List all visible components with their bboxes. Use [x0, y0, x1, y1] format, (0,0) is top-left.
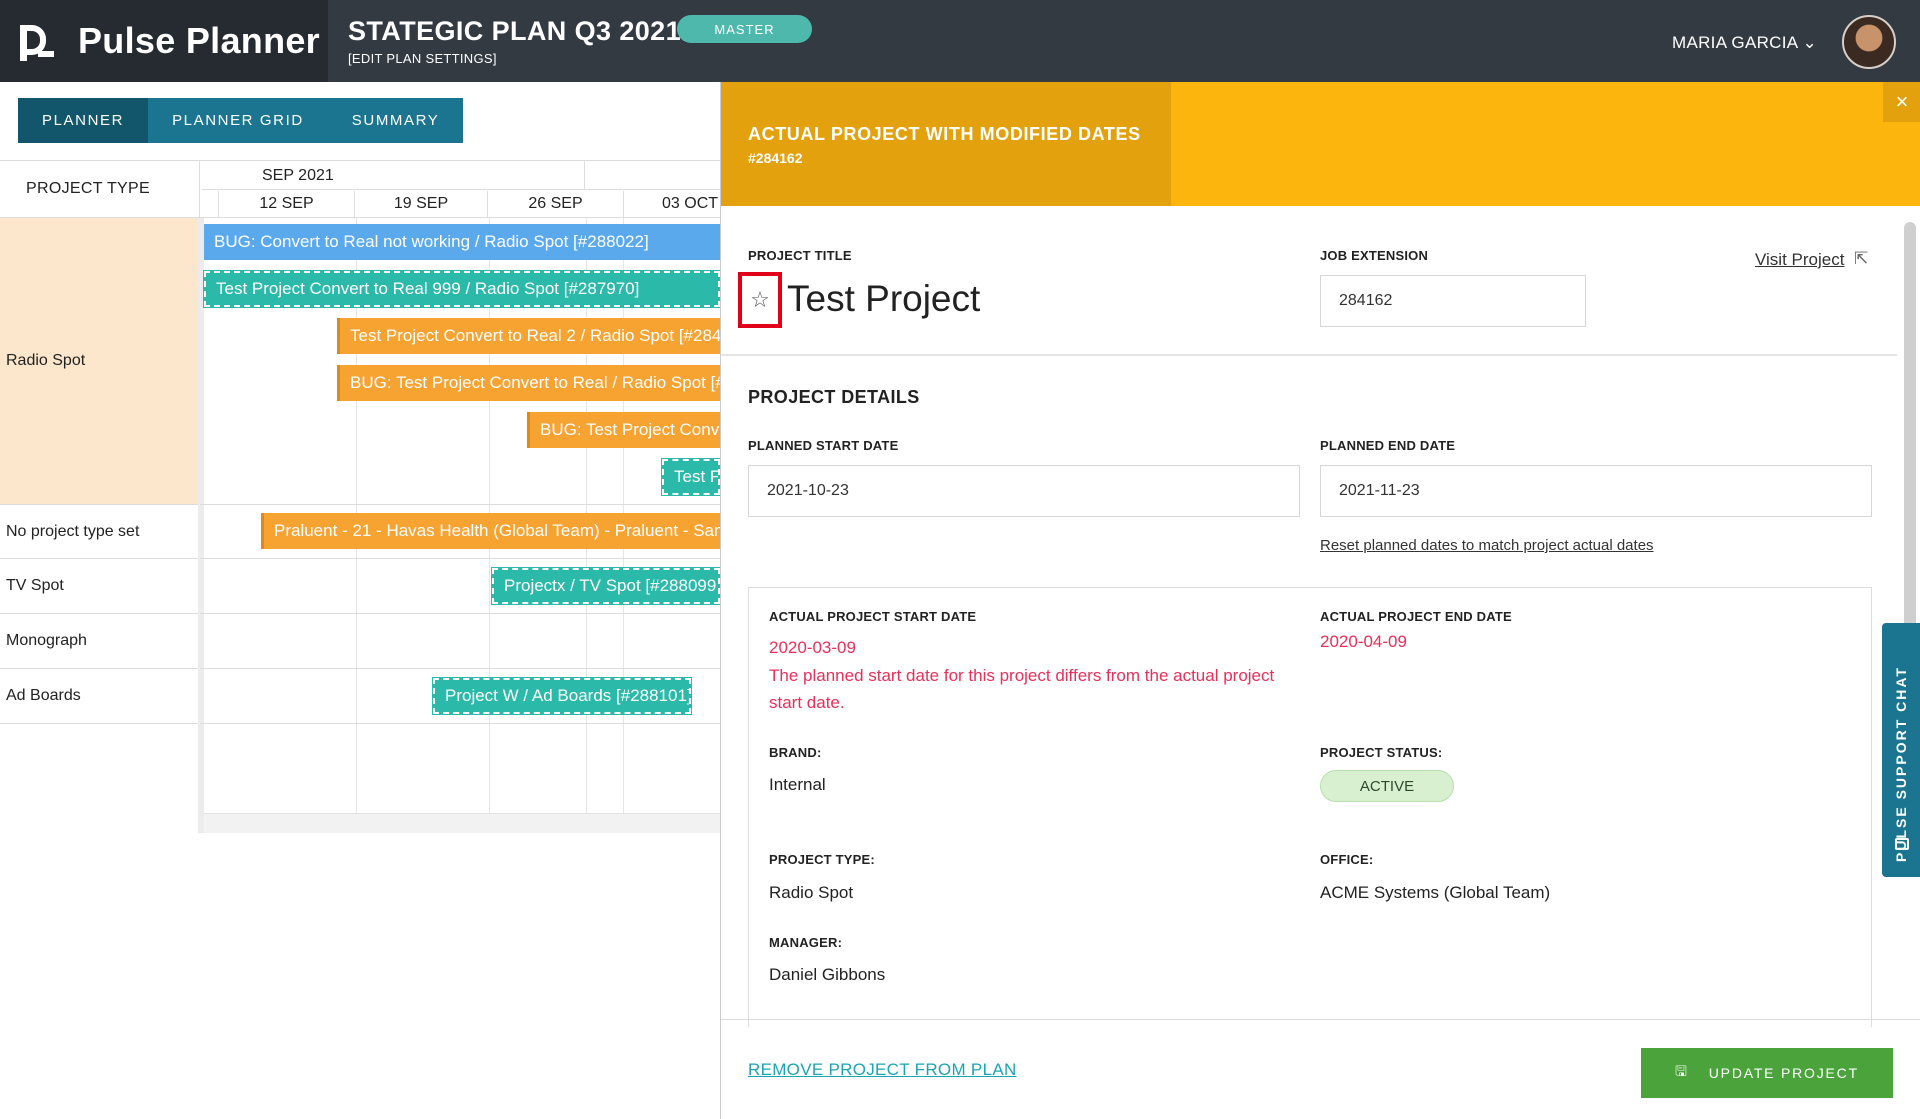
top-bar: Pulse Planner STATEGIC PLAN Q3 2021 [EDI… [0, 0, 1920, 82]
planned-start-date-field[interactable]: 2021-10-23 [748, 465, 1300, 517]
save-icon: 🖫 [1675, 1063, 1689, 1079]
actual-start-value: 2020-03-09 [769, 638, 856, 657]
update-project-label: UPDATE PROJECT [1708, 1065, 1859, 1081]
panel-header-title: ACTUAL PROJECT WITH MODIFIED DATES [748, 124, 1141, 144]
actual-end-value: 2020-04-09 [1320, 632, 1407, 651]
project-title-label: PROJECT TITLE [748, 248, 852, 263]
pulse-logo-icon [20, 21, 54, 61]
actual-details-box [748, 587, 1872, 1027]
project-detail-panel: ACTUAL PROJECT WITH MODIFIED DATES #2841… [720, 82, 1920, 1119]
actual-start-label: ACTUAL PROJECT START DATE [769, 609, 977, 624]
remove-project-link[interactable]: REMOVE PROJECT FROM PLAN [748, 1060, 1017, 1080]
avatar[interactable] [1842, 15, 1896, 69]
row-divider [200, 668, 720, 669]
project-status-label: PROJECT STATUS: [1320, 745, 1443, 760]
panel-scrollbar[interactable] [1904, 222, 1916, 662]
plan-title: STATEGIC PLAN Q3 2021 [348, 16, 681, 46]
project-bar[interactable]: Test Fa [661, 458, 721, 496]
row-label-no-type: No project type set [0, 505, 200, 559]
tab-summary[interactable]: SUMMARY [328, 98, 464, 143]
panel-header-id: #284162 [748, 150, 803, 166]
month-tick [584, 161, 585, 189]
row-divider [200, 558, 720, 559]
external-link-icon[interactable]: ⇱ [1854, 249, 1868, 269]
brand-value: Internal [769, 775, 826, 794]
support-chat-label[interactable]: PULSE SUPPORT CHAT [1893, 666, 1909, 862]
brand-label: BRAND: [769, 745, 822, 760]
brand[interactable]: Pulse Planner [0, 0, 328, 82]
project-bar[interactable]: Praluent - 21 - Havas Health (Global Tea… [261, 513, 720, 549]
row-label-tv-spot: TV Spot [0, 559, 200, 614]
month-label: SEP 2021 [262, 167, 334, 184]
brand-name: Pulse Planner [78, 20, 320, 61]
project-bar[interactable]: Projectx / TV Spot [#288099 [491, 567, 721, 605]
column-divider [198, 218, 204, 833]
row-label-radio-spot: Radio Spot [0, 218, 200, 505]
manager-value: Daniel Gibbons [769, 965, 886, 984]
planner-tabs: PLANNER PLANNER GRID SUMMARY [18, 98, 464, 143]
project-bar[interactable]: Project W / Ad Boards [#288101] [432, 677, 692, 715]
project-bar[interactable]: Test Project Convert to Real 2 / Radio S… [337, 318, 720, 354]
project-type-label: PROJECT TYPE: [769, 852, 875, 867]
user-menu[interactable]: MARIA GARCIA ⌄ [1672, 33, 1817, 53]
week-label: 12 SEP [218, 191, 354, 217]
edit-plan-settings-link[interactable]: [EDIT PLAN SETTINGS] [348, 51, 497, 66]
office-label: OFFICE: [1320, 852, 1374, 867]
week-label: 19 SEP [354, 191, 487, 217]
manager-label: MANAGER: [769, 935, 843, 950]
job-extension-field[interactable]: 284162 [1320, 275, 1586, 327]
tab-planner[interactable]: PLANNER [18, 98, 149, 143]
planner-area: PLANNER PLANNER GRID SUMMARY PROJECT TYP… [0, 82, 721, 1119]
row-divider [200, 504, 720, 505]
reset-planned-dates-link[interactable]: Reset planned dates to match project act… [1320, 537, 1654, 554]
visit-project-link[interactable]: Visit Project [1755, 250, 1844, 270]
project-bar[interactable]: BUG: Convert to Real not working / Radio… [204, 224, 720, 260]
favorite-star-icon[interactable]: ☆ [738, 272, 782, 328]
row-divider [200, 613, 720, 614]
update-project-button[interactable]: 🖫 UPDATE PROJECT [1641, 1048, 1893, 1098]
timeline-header: PROJECT TYPE SEP 2021 12 SEP 19 SEP 26 S… [0, 160, 720, 218]
planned-end-label: PLANNED END DATE [1320, 438, 1456, 453]
planned-end-date-field[interactable]: 2021-11-23 [1320, 465, 1872, 517]
row-label-monograph: Monograph [0, 614, 200, 669]
row-label-ad-boards: Ad Boards [0, 669, 200, 724]
master-badge: MASTER [677, 15, 812, 43]
project-bar[interactable]: BUG: Test Project Conve [527, 412, 720, 448]
date-mismatch-warning: The planned start date for this project … [769, 666, 1275, 712]
section-divider [721, 354, 1897, 356]
tab-planner-grid[interactable]: PLANNER GRID [148, 98, 328, 143]
job-extension-label: JOB EXTENSION [1320, 248, 1429, 263]
office-value: ACME Systems (Global Team) [1320, 883, 1551, 902]
month-divider [202, 189, 720, 190]
week-label: 03 OCT [623, 191, 720, 217]
project-details-heading: PROJECT DETAILS [748, 387, 920, 407]
project-bar[interactable]: Test Project Convert to Real 999 / Radio… [203, 270, 721, 308]
project-bar[interactable]: BUG: Test Project Convert to Real / Radi… [337, 365, 720, 401]
week-label: 26 SEP [487, 191, 623, 217]
status-badge: ACTIVE [1320, 770, 1454, 802]
horizontal-scrollbar[interactable] [204, 813, 720, 833]
project-type-value: Radio Spot [769, 883, 854, 902]
footer-divider [721, 1019, 1920, 1020]
panel-header: ACTUAL PROJECT WITH MODIFIED DATES #2841… [721, 82, 1920, 206]
row-divider [200, 723, 720, 724]
close-icon[interactable]: × [1883, 82, 1920, 122]
project-type-column-header: PROJECT TYPE [0, 161, 200, 217]
planned-start-label: PLANNED START DATE [748, 438, 899, 453]
actual-end-label: ACTUAL PROJECT END DATE [1320, 609, 1512, 624]
project-title: Test Project [787, 278, 981, 319]
